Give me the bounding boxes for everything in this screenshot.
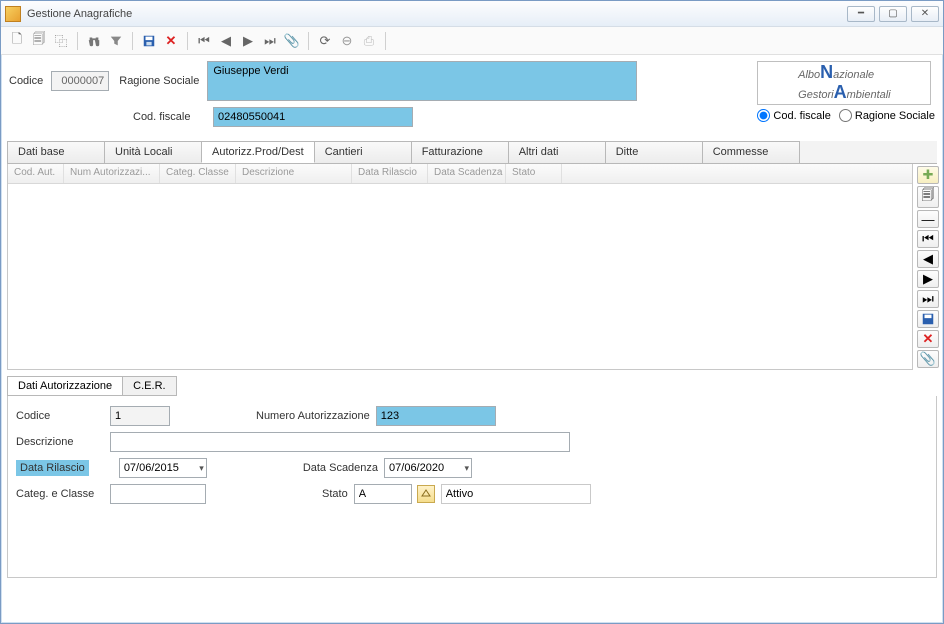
cf-label: Cod. fiscale: [133, 111, 205, 123]
form-categ-input[interactable]: [110, 484, 206, 504]
col-descr[interactable]: Descrizione: [236, 164, 352, 183]
window: Gestione Anagrafiche ━ ▢ ✕ 🗋 🗐 ⿻ ✕ ⏮ ◀ ▶…: [0, 0, 944, 624]
tab-cantieri[interactable]: Cantieri: [314, 141, 412, 163]
form-numaut-input[interactable]: [376, 406, 496, 426]
form-codice-input[interactable]: [110, 406, 170, 426]
next-icon[interactable]: ▶: [238, 31, 258, 51]
grid-remove-button[interactable]: —: [917, 210, 939, 228]
filter-icon[interactable]: [106, 31, 126, 51]
stop-icon[interactable]: ⊖: [337, 31, 357, 51]
grid-prev-button[interactable]: ◀: [917, 250, 939, 268]
form-stato-input[interactable]: [354, 484, 412, 504]
col-num-aut[interactable]: Num Autorizzazi...: [64, 164, 160, 183]
copy-icon[interactable]: ⿻: [51, 31, 71, 51]
subtab-cer[interactable]: C.E.R.: [122, 376, 176, 396]
grid-area: Cod. Aut. Num Autorizzazi... Categ. Clas…: [7, 164, 937, 370]
minimize-button[interactable]: ━: [847, 6, 875, 22]
main-tabs: Dati base Unità Locali Autorizz.Prod/Des…: [7, 141, 937, 164]
ragione-sociale-input[interactable]: Giuseppe Verdi: [207, 61, 637, 101]
close-button[interactable]: ✕: [911, 6, 939, 22]
grid-copy-button[interactable]: 🗐: [917, 186, 939, 208]
last-icon[interactable]: ⏭: [260, 31, 280, 51]
docs-icon[interactable]: 🗐: [29, 31, 49, 51]
refresh-icon[interactable]: ⟳: [315, 31, 335, 51]
stato-lookup-button[interactable]: [417, 485, 435, 503]
tab-commesse[interactable]: Commesse: [702, 141, 800, 163]
header-area: Codice Ragione Sociale Giuseppe Verdi Co…: [1, 55, 943, 141]
form-stato-label: Stato: [322, 488, 348, 500]
prev-icon[interactable]: ◀: [216, 31, 236, 51]
form-descr-input[interactable]: [110, 432, 570, 452]
grid-side-toolbar: ✚ 🗐 — ⏮ ◀ ▶ ⏭ ✕ 📎: [913, 164, 937, 370]
col-categ[interactable]: Categ. Classe: [160, 164, 236, 183]
radio-ragione-sociale[interactable]: Ragione Sociale: [839, 109, 935, 122]
first-icon[interactable]: ⏮: [194, 31, 214, 51]
window-title: Gestione Anagrafiche: [27, 8, 847, 20]
col-cod-aut[interactable]: Cod. Aut.: [8, 164, 64, 183]
form-categ-label: Categ. e Classe: [16, 488, 104, 500]
delete-icon[interactable]: ✕: [161, 31, 181, 51]
grid-first-button[interactable]: ⏮: [917, 230, 939, 248]
print-icon[interactable]: ⎙: [359, 31, 379, 51]
albo-logo: AlboNazionale GestoriAmbientali: [757, 61, 931, 105]
form-datarilascio-input[interactable]: ▾: [119, 458, 207, 478]
tab-unita-locali[interactable]: Unità Locali: [104, 141, 202, 163]
grid-last-button[interactable]: ⏭: [917, 290, 939, 308]
form-descr-label: Descrizione: [16, 436, 104, 448]
col-stato[interactable]: Stato: [506, 164, 562, 183]
tab-dati-base[interactable]: Dati base: [7, 141, 105, 163]
grid-add-button[interactable]: ✚: [917, 166, 939, 184]
cod-fiscale-input[interactable]: [213, 107, 413, 127]
form-datascadenza-label: Data Scadenza: [303, 462, 378, 474]
form-datarilascio-label: Data Rilascio: [16, 460, 89, 476]
tab-altri-dati[interactable]: Altri dati: [508, 141, 606, 163]
grid-delete-button[interactable]: ✕: [917, 330, 939, 348]
grid-next-button[interactable]: ▶: [917, 270, 939, 288]
form-numaut-label: Numero Autorizzazione: [256, 410, 370, 422]
save-icon[interactable]: [139, 31, 159, 51]
form-stato-text: [441, 484, 591, 504]
col-data-scadenza[interactable]: Data Scadenza: [428, 164, 506, 183]
tab-fatturazione[interactable]: Fatturazione: [411, 141, 509, 163]
authorizations-grid[interactable]: Cod. Aut. Num Autorizzazi... Categ. Clas…: [7, 164, 913, 370]
radio-cod-fiscale[interactable]: Cod. fiscale: [757, 109, 830, 122]
search-mode-radios: Cod. fiscale Ragione Sociale: [757, 109, 935, 122]
binoculars-icon[interactable]: [84, 31, 104, 51]
ragione-label: Ragione Sociale: [119, 75, 199, 87]
titlebar: Gestione Anagrafiche ━ ▢ ✕: [1, 1, 943, 27]
tab-autorizz[interactable]: Autorizz.Prod/Dest: [201, 141, 315, 163]
grid-header: Cod. Aut. Num Autorizzazi... Categ. Clas…: [8, 164, 912, 184]
tab-ditte[interactable]: Ditte: [605, 141, 703, 163]
new-doc-icon[interactable]: 🗋: [7, 31, 27, 51]
detail-subtabs: Dati Autorizzazione C.E.R.: [7, 376, 937, 396]
attach-icon[interactable]: 📎: [282, 31, 302, 51]
subtab-dati-autorizzazione[interactable]: Dati Autorizzazione: [7, 376, 123, 396]
app-icon: [5, 6, 21, 22]
detail-form: Codice Numero Autorizzazione Descrizione…: [7, 396, 937, 578]
col-data-rilascio[interactable]: Data Rilascio: [352, 164, 428, 183]
grid-attach-button[interactable]: 📎: [917, 350, 939, 368]
grid-body[interactable]: [8, 184, 912, 369]
form-codice-label: Codice: [16, 410, 104, 422]
codice-label: Codice: [9, 75, 43, 87]
main-toolbar: 🗋 🗐 ⿻ ✕ ⏮ ◀ ▶ ⏭ 📎 ⟳ ⊖ ⎙: [1, 27, 943, 55]
codice-input[interactable]: [51, 71, 109, 91]
grid-save-button[interactable]: [917, 310, 939, 328]
maximize-button[interactable]: ▢: [879, 6, 907, 22]
form-datascadenza-input[interactable]: ▾: [384, 458, 472, 478]
